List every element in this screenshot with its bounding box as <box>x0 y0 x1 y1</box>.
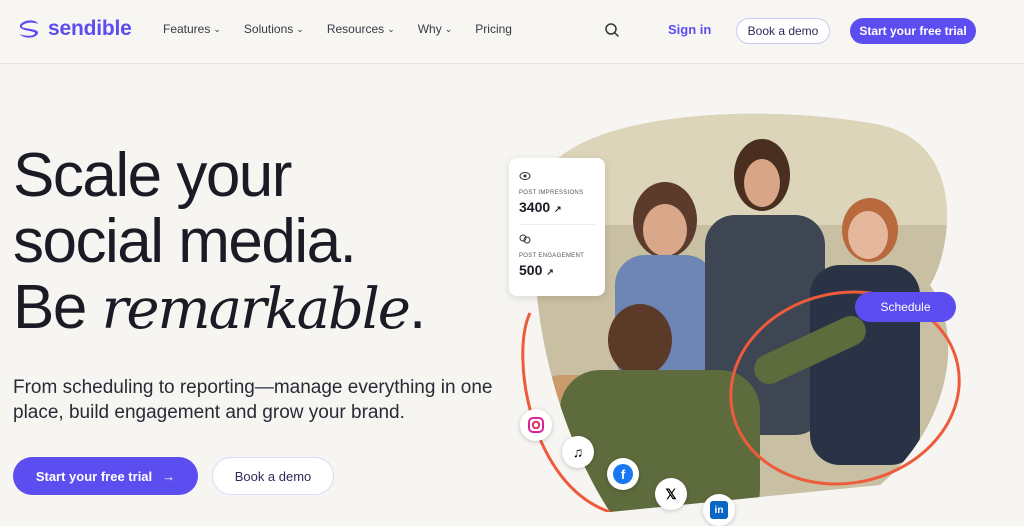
sendible-logo-icon <box>20 20 39 38</box>
headline-line-2: social media. <box>13 207 357 276</box>
headline-line-1: Scale your <box>13 141 292 210</box>
top-navigation: sendible Features ⌄ Solutions ⌄ Resources ⌄… <box>0 0 1024 64</box>
nav-label: Features <box>163 22 211 36</box>
nav-label: Pricing <box>475 22 512 36</box>
chat-bubbles-icon <box>519 234 531 244</box>
brand-logo[interactable]: sendible <box>16 16 132 42</box>
nav-item-solutions[interactable]: Solutions ⌄ <box>244 22 304 36</box>
engagement-value: 500 ↗ <box>519 262 595 278</box>
engagement-number: 500 <box>519 262 543 278</box>
nav-label: Why <box>417 22 442 36</box>
sign-in-link[interactable]: Sign in <box>668 22 711 37</box>
nav-label: Solutions <box>243 22 294 36</box>
impressions-value: 3400 ↗ <box>519 199 595 215</box>
chevron-down-icon: ⌄ <box>213 23 221 34</box>
arrow-up-right-icon: ↗ <box>546 267 554 277</box>
linkedin-icon: in <box>703 494 735 526</box>
engagement-label: POST ENGAGEMENT <box>519 253 585 259</box>
impressions-number: 3400 <box>519 199 551 215</box>
book-demo-button[interactable]: Book a demo <box>212 457 334 495</box>
chevron-down-icon: ⌄ <box>387 23 395 34</box>
nav-label: Resources <box>326 22 385 36</box>
brand-name: sendible <box>48 17 132 40</box>
stats-card: POST IMPRESSIONS 3400 ↗ POST ENGAGEMENT … <box>509 158 605 296</box>
eye-icon <box>519 172 531 180</box>
start-trial-nav-button[interactable]: Start your free trial <box>850 18 976 44</box>
arrow-up-right-icon: ↗ <box>554 204 562 214</box>
facebook-icon: f <box>607 458 639 490</box>
arrow-right-icon: → <box>162 468 176 484</box>
hero-subtitle: From scheduling to reporting—manage ever… <box>13 377 493 423</box>
nav-item-pricing[interactable]: Pricing <box>475 22 512 36</box>
nav-item-resources[interactable]: Resources ⌄ <box>327 22 395 36</box>
search-icon[interactable] <box>604 22 620 38</box>
nav-item-features[interactable]: Features ⌄ <box>163 22 221 36</box>
headline-emphasis: remarkable <box>101 277 411 342</box>
start-trial-button[interactable]: Start your free trial → <box>13 457 198 495</box>
x-icon: 𝕏 <box>655 478 687 510</box>
impressions-label: POST IMPRESSIONS <box>519 190 584 196</box>
tiktok-icon: ♫ <box>562 436 594 468</box>
hero-headline: Scale your social media. Be remarkable. <box>13 141 426 343</box>
headline-line-3-prefix: Be <box>13 273 102 342</box>
book-demo-nav-button[interactable]: Book a demo <box>736 18 830 44</box>
headline-line-3-suffix: . <box>408 273 426 342</box>
main-menu: Features ⌄ Solutions ⌄ Resources ⌄ Why ⌄ Pri… <box>163 22 535 36</box>
schedule-badge: Schedule <box>855 292 956 322</box>
chevron-down-icon: ⌄ <box>444 23 453 34</box>
instagram-icon <box>520 409 552 441</box>
start-trial-label: Start your free trial <box>35 468 153 484</box>
chevron-down-icon: ⌄ <box>296 23 304 34</box>
nav-item-why[interactable]: Why ⌄ <box>418 22 453 36</box>
